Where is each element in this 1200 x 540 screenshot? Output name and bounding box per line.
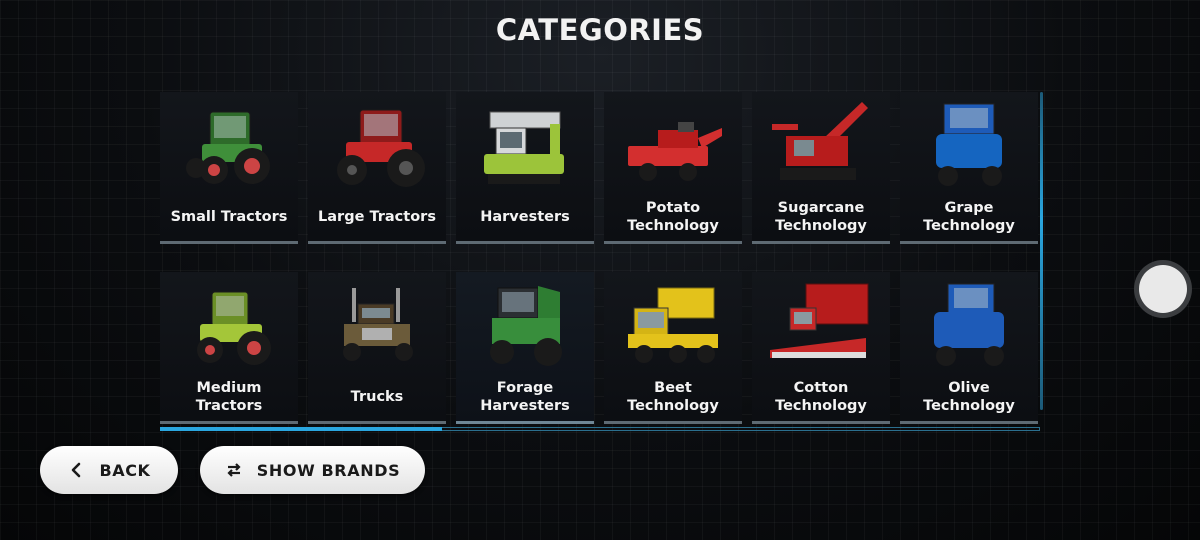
chevron-left-icon [72,462,81,478]
category-label: Olive Technology [923,380,1015,414]
category-label: Medium Tractors [195,380,263,414]
forage-harvester-image [490,286,562,366]
category-label: Large Tractors [318,209,436,225]
truck-image [343,288,413,361]
small-tractor-image [186,111,270,184]
beet-harvester-image [628,287,718,363]
category-tile-small-tractors[interactable]: Small Tractors [160,92,298,244]
category-label: Potato Technology [627,200,719,234]
category-label: Grape Technology [923,200,1015,234]
vertical-scrollbar[interactable] [1040,92,1043,410]
category-tile-potato-technology[interactable]: Potato Technology [604,92,742,244]
category-grid: Small Tractors Large Tractors Harvesters [160,92,1040,424]
category-tile-cotton-technology[interactable]: Cotton Technology [752,272,890,424]
category-tile-olive-technology[interactable]: Olive Technology [900,272,1038,424]
category-tile-forage-harvesters[interactable]: Forage Harvesters [456,272,594,424]
floating-button-knob [1139,265,1187,313]
grape-harvester-image [936,103,1002,186]
page-title: CATEGORIES [495,13,705,47]
floating-action-button[interactable] [1134,260,1192,318]
category-label: Forage Harvesters [480,380,570,414]
potato-harvester-image [628,122,722,181]
large-tractor-image [337,109,425,187]
category-tile-medium-tractors[interactable]: Medium Tractors [160,272,298,424]
category-tile-grape-technology[interactable]: Grape Technology [900,92,1038,244]
back-button-label: BACK [99,460,151,480]
swap-arrows-icon [227,463,241,477]
category-tile-harvesters[interactable]: Harvesters [456,92,594,244]
category-label: Harvesters [480,209,570,225]
category-tile-sugarcane-technology[interactable]: Sugarcane Technology [752,92,890,244]
category-label: Sugarcane Technology [775,200,867,234]
sugarcane-harvester-image [772,102,868,180]
show-brands-button[interactable]: SHOW BRANDS [200,446,425,494]
medium-tractor-image [197,291,271,365]
category-label: Beet Technology [627,380,719,414]
harvester-image [484,111,564,184]
category-label: Trucks [350,389,404,405]
back-button[interactable]: BACK [40,446,178,494]
cotton-picker-image [770,283,869,358]
category-tile-beet-technology[interactable]: Beet Technology [604,272,742,424]
show-brands-button-label: SHOW BRANDS [256,460,401,480]
olive-harvester-image [934,283,1004,366]
category-tile-trucks[interactable]: Trucks [308,272,446,424]
category-label: Cotton Technology [775,380,867,414]
horizontal-scrollbar-thumb[interactable] [160,427,442,431]
category-tile-large-tractors[interactable]: Large Tractors [308,92,446,244]
category-label: Small Tractors [170,209,288,225]
